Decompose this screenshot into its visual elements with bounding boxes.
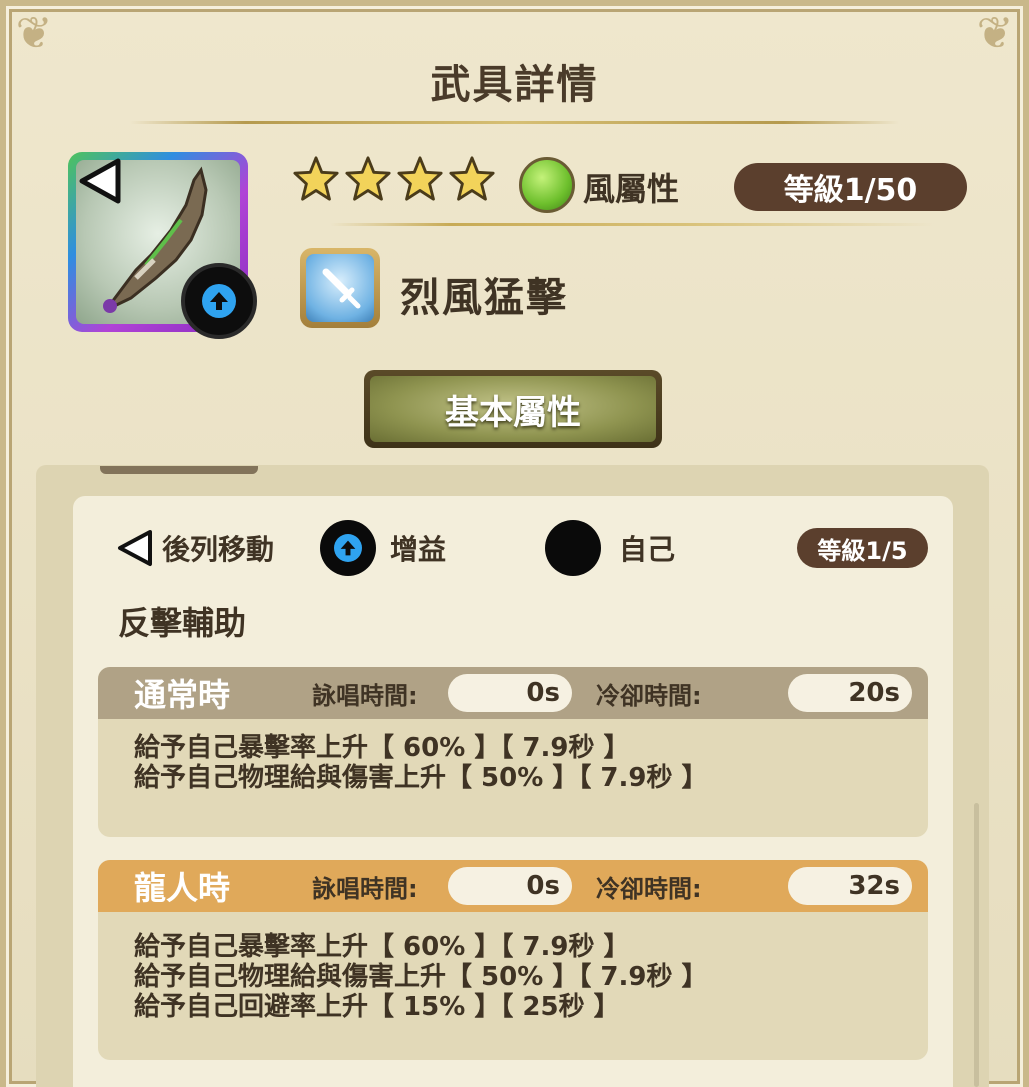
basic-attributes-label: 基本屬性 <box>370 376 656 442</box>
skill-name: 烈風猛擊 <box>400 275 568 321</box>
mode-header: 通常時 詠唱時間: 0s 冷卻時間: 20s <box>98 667 928 719</box>
mode-effects: 給予自己暴擊率上升【 60% 】【 7.9秒 】 給予自己物理給與傷害上升【 5… <box>98 912 928 1022</box>
basic-attributes-button[interactable]: 基本屬性 <box>364 370 662 448</box>
cast-time-value: 0s <box>448 674 572 712</box>
cooldown-value: 20s <box>788 674 912 712</box>
effect-line: 給予自己物理給與傷害上升【 50% 】【 7.9秒 】 <box>134 962 708 992</box>
back-row-arrow-icon <box>74 155 126 207</box>
back-arrow-icon <box>118 530 152 566</box>
mode-name: 通常時 <box>134 676 231 714</box>
sword-icon <box>322 268 361 309</box>
cooldown-value: 32s <box>788 867 912 905</box>
cooldown-label: 冷卻時間: <box>596 681 702 710</box>
title-divider <box>130 121 899 124</box>
attribute-label: 風屬性 <box>583 170 680 208</box>
tag-label: 增益 <box>390 533 447 566</box>
tag-label: 自己 <box>619 533 676 566</box>
mode-header: 龍人時 詠唱時間: 0s 冷卻時間: 32s <box>98 860 928 912</box>
effect-line: 給予自己暴擊率上升【 60% 】【 7.9秒 】 <box>134 733 630 763</box>
skill-icon[interactable] <box>300 248 380 328</box>
mode-normal: 通常時 詠唱時間: 0s 冷卻時間: 20s 給予自己暴擊率上升【 60% 】【… <box>98 667 928 837</box>
up-arrow-icon <box>202 284 236 318</box>
mode-dragon: 龍人時 詠唱時間: 0s 冷卻時間: 32s 給予自己暴擊率上升【 60% 】【… <box>98 860 928 1060</box>
self-circle-icon <box>545 520 601 576</box>
tag-buff: 增益 <box>320 520 446 576</box>
star-icon <box>397 156 443 201</box>
mode-name: 龍人時 <box>134 869 231 907</box>
tag-back-row: 後列移動 <box>114 520 274 576</box>
effect-line: 給予自己暴擊率上升【 60% 】【 7.9秒 】 <box>134 932 630 962</box>
tag-self: 自己 <box>545 520 675 576</box>
wind-attribute-icon <box>519 157 575 213</box>
cast-time-label: 詠唱時間: <box>312 681 418 710</box>
mode-effects: 給予自己暴擊率上升【 60% 】【 7.9秒 】 給予自己物理給與傷害上升【 5… <box>98 719 928 793</box>
star-icon <box>293 156 339 201</box>
cooldown-label: 冷卻時間: <box>596 874 702 903</box>
weapon-level-badge: 等級1/50 <box>734 163 967 211</box>
panel-tab-edge <box>100 466 258 474</box>
page-title: 武具詳情 <box>430 62 599 108</box>
star-icon <box>345 156 391 201</box>
effect-line: 給予自己物理給與傷害上升【 50% 】【 7.9秒 】 <box>134 763 708 793</box>
buff-up-icon <box>320 520 376 576</box>
cast-time-value: 0s <box>448 867 572 905</box>
skill-level-badge: 等級1/5 <box>797 528 928 568</box>
cast-time-label: 詠唱時間: <box>312 874 418 903</box>
scrollbar[interactable] <box>974 803 979 1087</box>
skill-effect-name: 反擊輔助 <box>118 604 247 642</box>
header-divider <box>330 223 934 226</box>
buff-badge <box>181 263 257 339</box>
star-icon <box>449 156 495 201</box>
effect-line: 給予自己回避率上升【 15% 】【 25秒 】 <box>134 992 620 1022</box>
rarity-stars <box>292 154 496 204</box>
tag-label: 後列移動 <box>162 533 275 566</box>
